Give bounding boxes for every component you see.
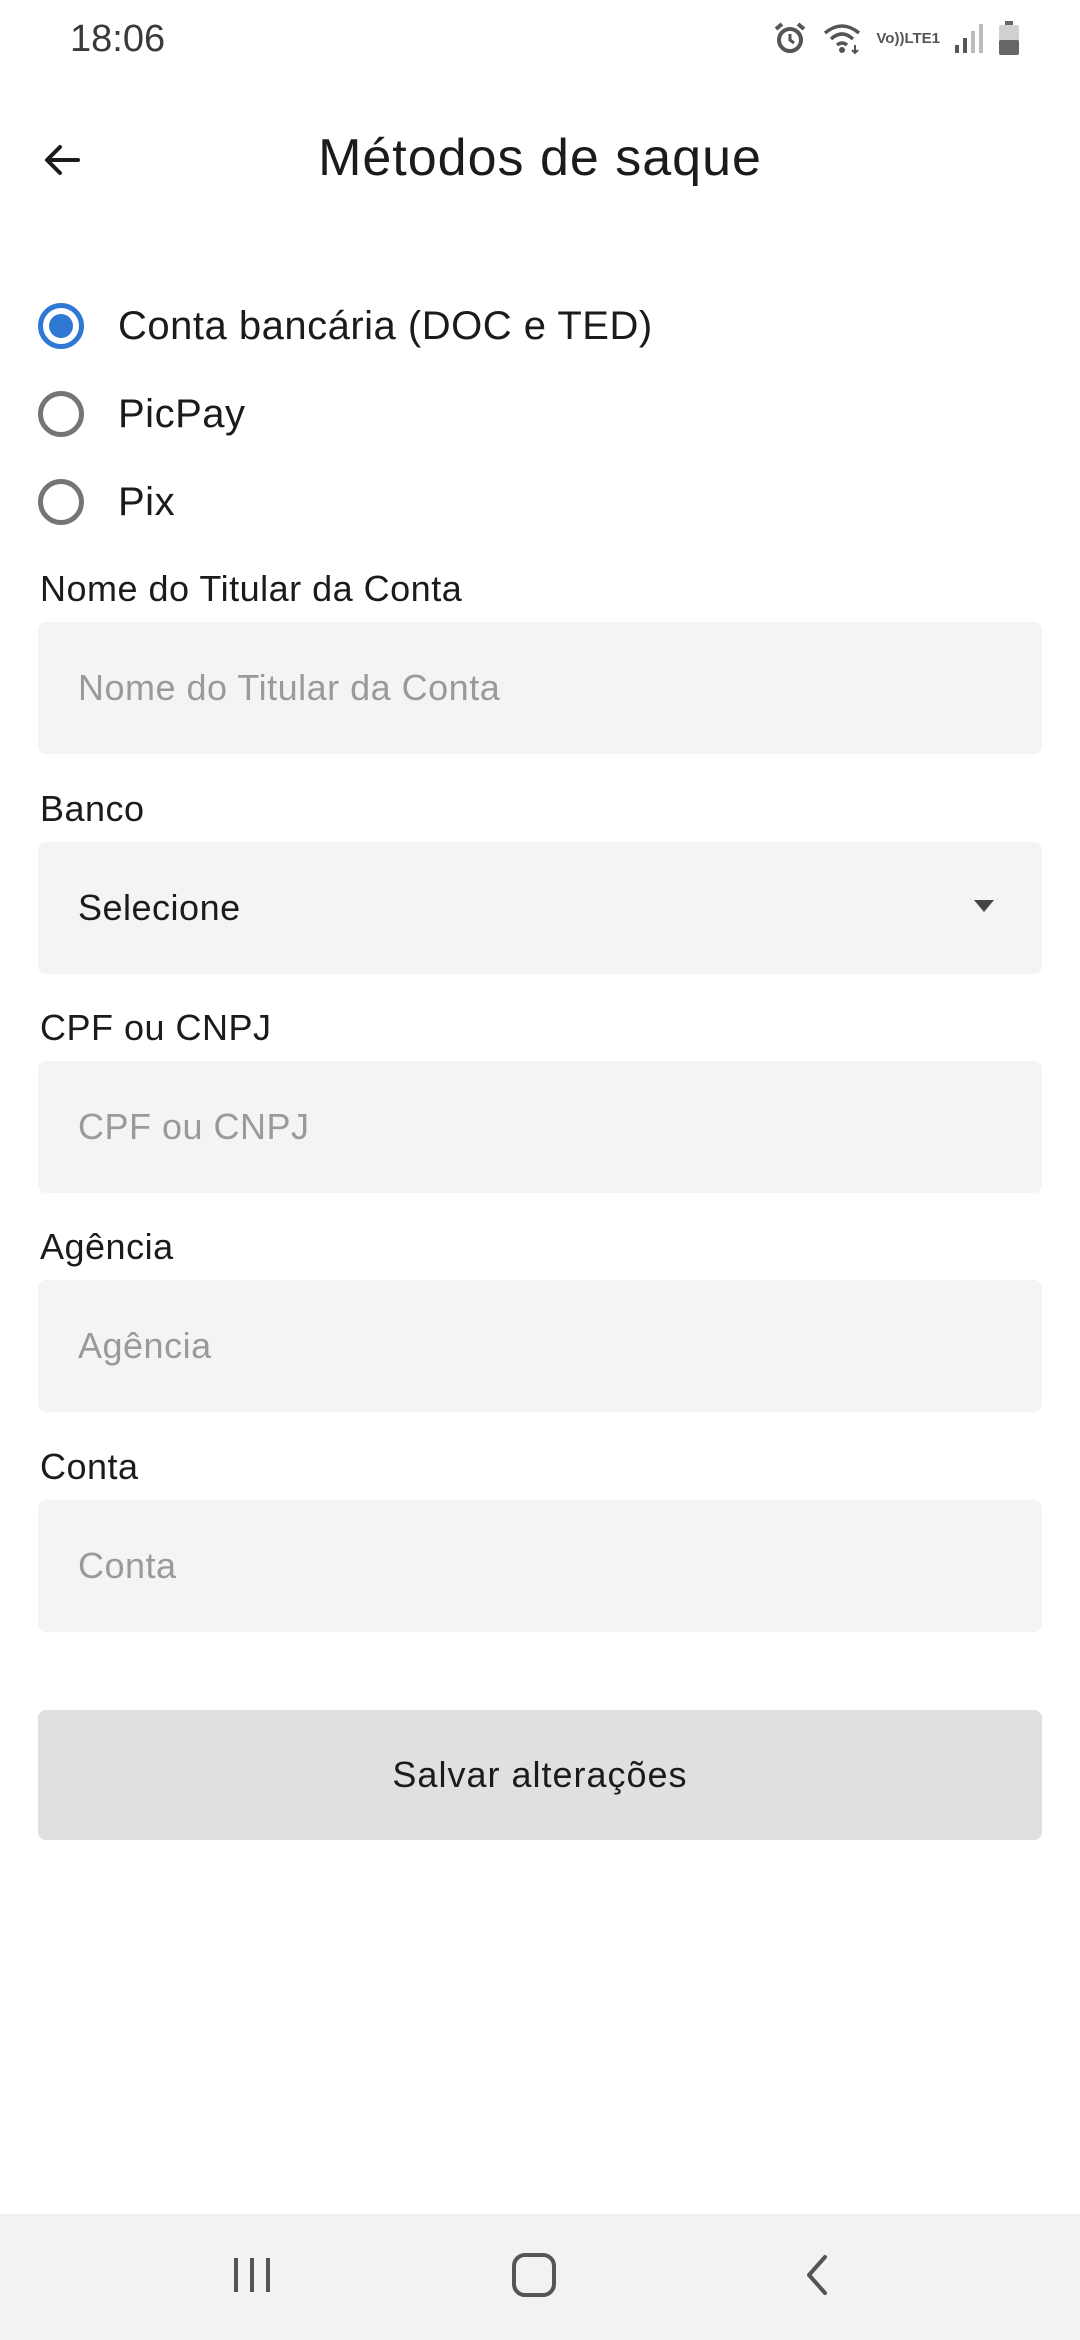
bank-label: Banco bbox=[40, 788, 145, 829]
home-icon bbox=[511, 2252, 557, 2303]
battery-icon bbox=[998, 20, 1020, 56]
radio-option-picpay[interactable]: PicPay bbox=[38, 370, 653, 458]
bank-selected-value: Selecione bbox=[78, 887, 241, 928]
wifi-icon bbox=[822, 21, 862, 55]
recent-apps-icon bbox=[230, 2255, 274, 2300]
radio-option-bank-account[interactable]: Conta bancária (DOC e TED) bbox=[38, 282, 653, 370]
document-label: CPF ou CNPJ bbox=[40, 1007, 272, 1048]
account-input[interactable]: Conta bbox=[38, 1500, 1042, 1632]
system-nav-bar bbox=[0, 2214, 1080, 2340]
holder-name-placeholder: Nome do Titular da Conta bbox=[78, 667, 501, 708]
save-button[interactable]: Salvar alterações bbox=[38, 1710, 1042, 1840]
system-back-button[interactable] bbox=[786, 2247, 846, 2307]
radio-button-checked[interactable] bbox=[38, 303, 84, 349]
agency-label: Agência bbox=[40, 1226, 174, 1267]
lte-text: LTE1 bbox=[904, 29, 940, 47]
radio-label: Conta bancária (DOC e TED) bbox=[118, 303, 653, 348]
signal-icon bbox=[954, 21, 984, 55]
volte-text: Vo)) bbox=[876, 29, 905, 47]
radio-label: PicPay bbox=[118, 391, 246, 436]
holder-name-input[interactable]: Nome do Titular da Conta bbox=[38, 622, 1042, 754]
withdraw-method-options: Conta bancária (DOC e TED) PicPay Pix bbox=[38, 282, 653, 546]
radio-dot bbox=[49, 314, 73, 338]
holder-name-label: Nome do Titular da Conta bbox=[40, 568, 463, 609]
document-input[interactable]: CPF ou CNPJ bbox=[38, 1061, 1042, 1193]
document-placeholder: CPF ou CNPJ bbox=[78, 1106, 310, 1147]
network-indicator: Vo)) LTE1 bbox=[876, 31, 940, 46]
account-label: Conta bbox=[40, 1446, 139, 1487]
status-bar: 18:06 Vo)) LTE1 bbox=[0, 0, 1080, 84]
alarm-icon bbox=[772, 20, 808, 56]
bank-select[interactable]: Selecione bbox=[38, 842, 1042, 974]
nav-back-icon bbox=[801, 2253, 831, 2302]
account-placeholder: Conta bbox=[78, 1545, 177, 1586]
caret-down-icon bbox=[974, 900, 994, 912]
header: Métodos de saque bbox=[0, 110, 1080, 210]
radio-option-pix[interactable]: Pix bbox=[38, 458, 653, 546]
home-button[interactable] bbox=[504, 2247, 564, 2307]
radio-button[interactable] bbox=[38, 479, 84, 525]
agency-input[interactable]: Agência bbox=[38, 1280, 1042, 1412]
status-icons: Vo)) LTE1 bbox=[772, 20, 1020, 56]
recent-apps-button[interactable] bbox=[222, 2247, 282, 2307]
agency-placeholder: Agência bbox=[78, 1325, 212, 1366]
radio-button[interactable] bbox=[38, 391, 84, 437]
page-title: Métodos de saque bbox=[318, 129, 762, 187]
radio-label: Pix bbox=[118, 479, 176, 524]
status-time: 18:06 bbox=[70, 18, 166, 60]
